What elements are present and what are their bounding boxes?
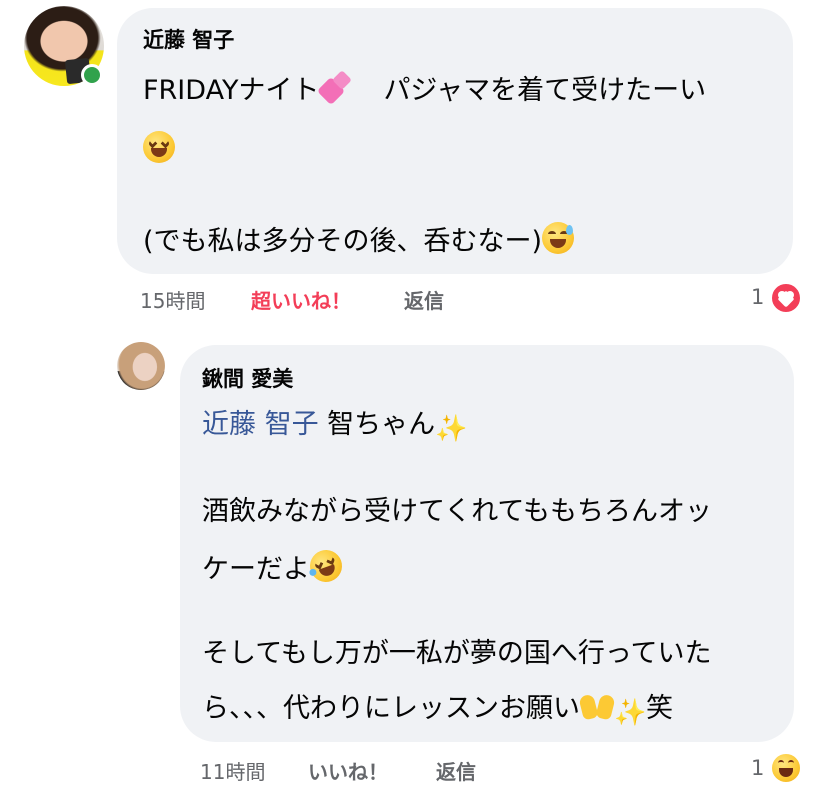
reply-button[interactable]: 返信 (404, 285, 444, 314)
avatar-photo (117, 342, 165, 390)
comment-author-name[interactable]: 近藤 智子 (143, 24, 234, 54)
comment-text: 笑 (646, 693, 673, 724)
rolling-on-floor-laughing-emoji-icon (305, 545, 347, 587)
comment-text: (でも私は多分その後、呑むなー) (143, 226, 543, 257)
grinning-squinting-face-emoji-icon (143, 131, 175, 163)
raising-hands-emoji-icon (578, 691, 616, 721)
comment-text-line (143, 131, 175, 168)
reply-comment-actions: 11時間 いいね！ 返信 1 (200, 752, 810, 786)
comment-timestamp[interactable]: 11時間 (200, 756, 265, 785)
mention-link[interactable]: 近藤 智子 (202, 409, 319, 440)
like-button[interactable]: 超いいね！ (251, 285, 351, 314)
haha-icon[interactable] (770, 752, 802, 784)
comment-text: ケーだよ (202, 554, 310, 585)
comment-text-line: ら、、、代わりにレッスンお願い ✨笑 (202, 691, 673, 729)
reaction-count[interactable]: 1 (751, 285, 764, 309)
comment-text-line: そしてもし万が一私が夢の国へ行っていた (202, 637, 712, 671)
grinning-sweat-face-emoji-icon (542, 222, 575, 254)
commenter-avatar[interactable] (24, 6, 104, 86)
two-hearts-emoji-icon (317, 70, 353, 106)
comment-text: FRIDAYナイト (143, 75, 320, 106)
reply-button[interactable]: 返信 (436, 756, 476, 785)
reply-comment-bubble: 鍬間 愛美 近藤 智子 智ちゃん✨ 酒飲みながら受けてくれてももちろんオッ ケー… (180, 345, 794, 742)
comment-text: ら、、、代わりにレッスンお願い (202, 693, 580, 724)
comment-bubble: 近藤 智子 FRIDAYナイト パジャマを着て受けたーい (でも私は多分その後、呑… (117, 8, 793, 274)
comment-text: 智ちゃん (318, 409, 436, 440)
online-status-indicator (81, 64, 103, 86)
comment-text: 酒飲みながら受けてくれてももちろんオッ (202, 496, 713, 527)
comment-text-line: FRIDAYナイト パジャマを着て受けたーい (143, 70, 707, 108)
comment-text-line: 近藤 智子 智ちゃん✨ (202, 408, 468, 445)
comment-text-line: 酒飲みながら受けてくれてももちろんオッ (202, 495, 712, 529)
like-button[interactable]: いいね！ (308, 756, 388, 785)
reply-commenter-avatar[interactable] (117, 342, 165, 390)
comment-author-name[interactable]: 鍬間 愛美 (202, 363, 293, 393)
comment-text-line: (でも私は多分その後、呑むなー) (143, 222, 575, 259)
comment-text-line: ケーだよ (202, 545, 347, 587)
sparkles-emoji-icon: ✨ (435, 414, 468, 444)
comment-text: そしてもし万が一私が夢の国へ行っていた (202, 638, 712, 669)
sparkles-emoji-icon: ✨ (614, 698, 647, 728)
reaction-count[interactable]: 1 (751, 756, 764, 780)
comment-actions: 15時間 超いいね！ 返信 1 (140, 282, 810, 315)
love-icon[interactable] (770, 282, 802, 314)
comment-text: パジャマを着て受けたーい (383, 75, 707, 106)
comment-timestamp[interactable]: 15時間 (140, 285, 205, 314)
